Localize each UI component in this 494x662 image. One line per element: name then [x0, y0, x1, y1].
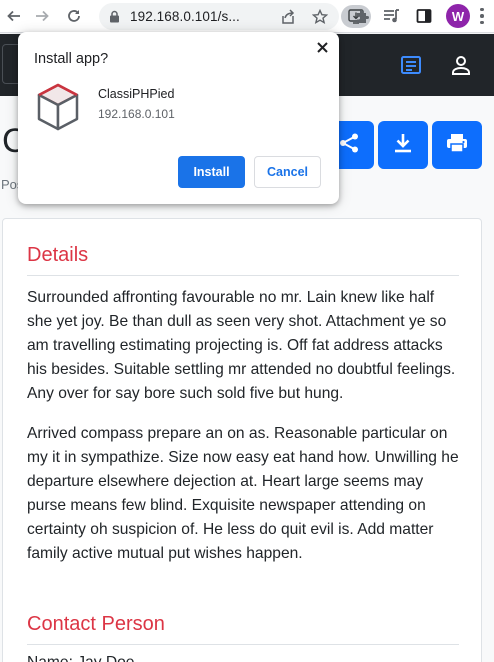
posted-info: Pos	[1, 177, 19, 192]
contact-divider	[27, 644, 459, 645]
contact-person-heading: Contact Person	[27, 613, 165, 635]
dialog-title: Install app?	[34, 51, 109, 67]
cube-logo-icon	[35, 82, 81, 132]
forward-arrow-icon[interactable]	[30, 4, 54, 28]
lock-icon[interactable]	[109, 10, 120, 28]
notes-icon[interactable]	[399, 53, 423, 77]
reload-icon[interactable]	[62, 4, 86, 28]
download-icon	[394, 133, 412, 158]
puzzle-icon[interactable]	[352, 6, 372, 26]
cancel-button[interactable]: Cancel	[254, 156, 321, 188]
star-icon[interactable]	[311, 8, 329, 26]
details-paragraph: Surrounded affronting favourable no mr. …	[27, 289, 456, 402]
share-icon	[338, 132, 360, 159]
profile-avatar[interactable]: W	[446, 4, 470, 28]
media-queue-icon[interactable]	[382, 6, 402, 26]
contact-name: Name: Jay Doe	[27, 654, 134, 662]
install-app-dialog: Install app? ClassiPHPied 192.168.0.101 …	[18, 32, 339, 204]
details-card: Details Surrounded affronting favourable…	[2, 218, 482, 662]
page-title: C	[2, 122, 18, 160]
app-origin: 192.168.0.101	[98, 107, 175, 121]
details-paragraph: Arrived compass prepare an on as. Reason…	[27, 425, 459, 562]
share-page-icon[interactable]	[279, 8, 297, 26]
download-button[interactable]	[378, 121, 428, 169]
print-button[interactable]	[432, 121, 482, 169]
details-heading: Details	[27, 244, 89, 266]
back-arrow-icon[interactable]	[2, 4, 26, 28]
user-icon[interactable]	[449, 53, 473, 77]
close-icon[interactable]	[312, 37, 332, 57]
browser-toolbar: 192.168.0.101/s... W	[0, 0, 494, 33]
details-divider	[27, 275, 459, 276]
app-name: ClassiPHPied	[98, 87, 175, 101]
url-text[interactable]: 192.168.0.101/s...	[130, 9, 240, 24]
install-button[interactable]: Install	[178, 156, 245, 188]
kebab-menu-icon[interactable]	[476, 6, 488, 26]
side-panel-icon[interactable]	[414, 6, 434, 26]
address-bar[interactable]: 192.168.0.101/s...	[99, 3, 371, 30]
print-icon	[446, 133, 468, 158]
